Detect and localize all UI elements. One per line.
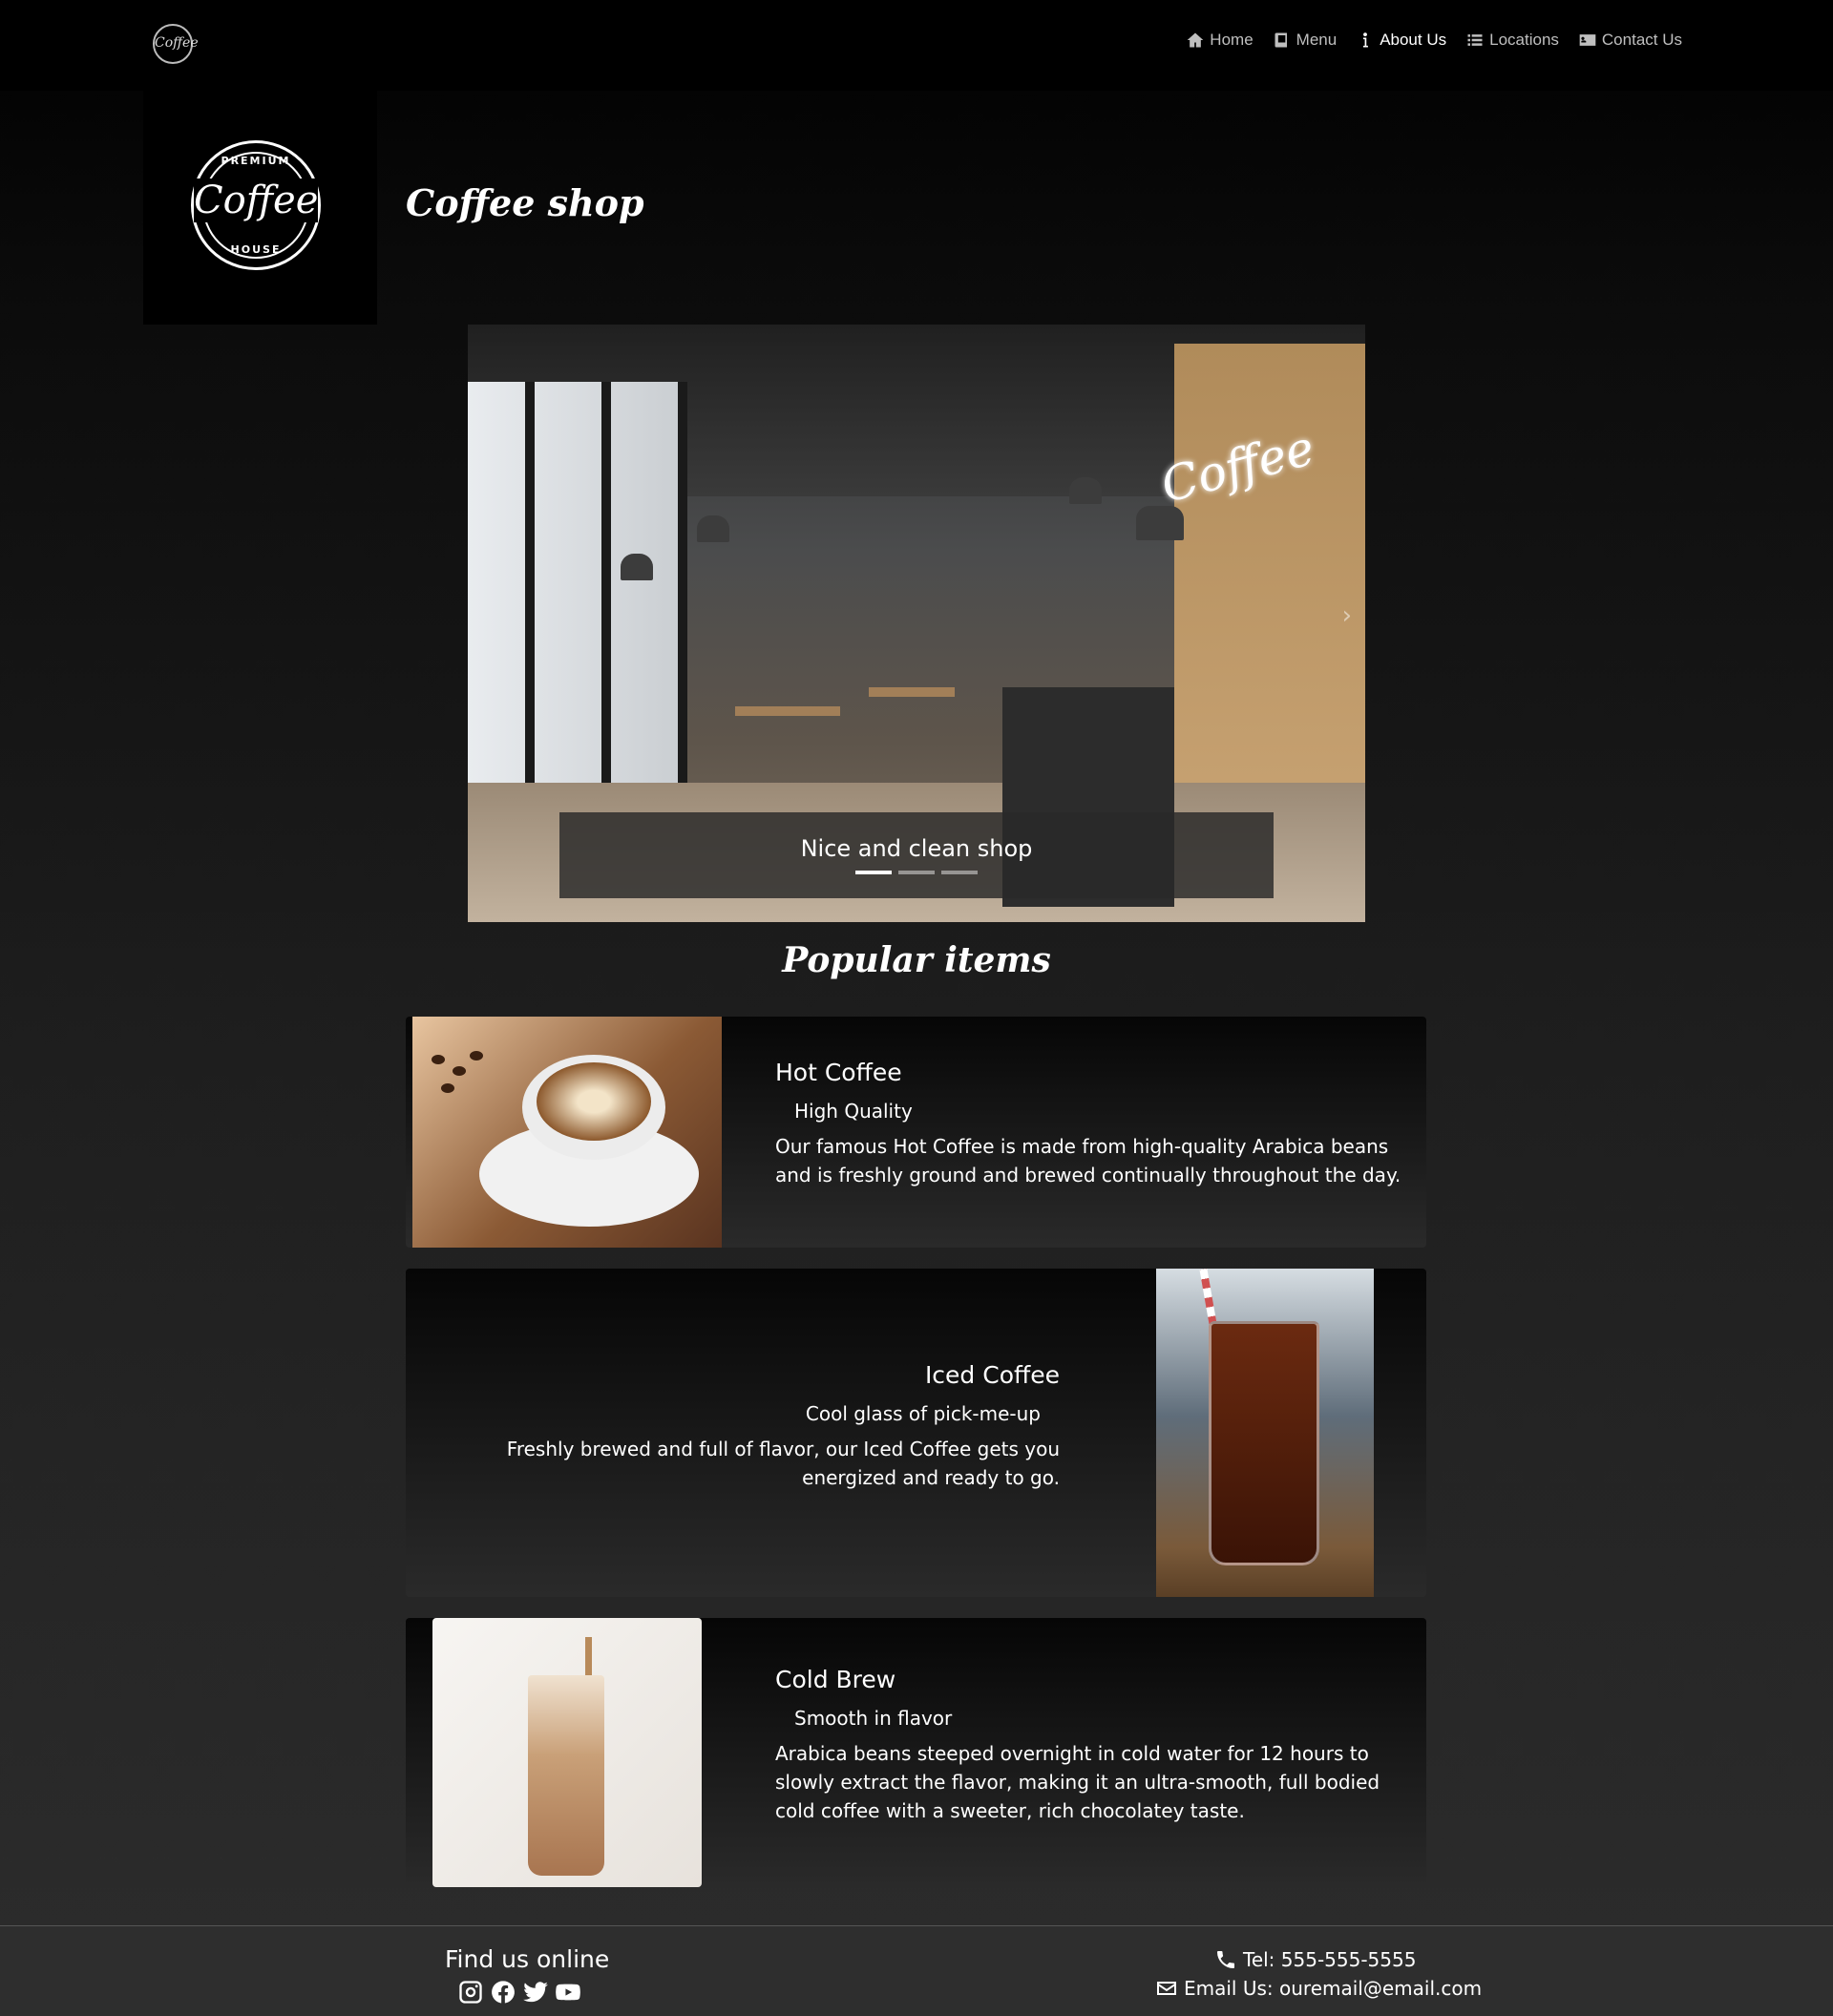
product-title: Cold Brew <box>775 1666 896 1693</box>
product-subtitle: Smooth in flavor <box>794 1707 953 1730</box>
list-icon <box>1467 34 1483 46</box>
product-description: Arabica beans steeped overnight in cold … <box>775 1742 1380 1822</box>
nav-link-home[interactable]: Home <box>1186 31 1254 50</box>
chevron-right-icon[interactable]: › <box>1342 601 1352 630</box>
nav-logo[interactable]: Coffee <box>153 24 199 64</box>
product-subtitle: Cool glass of pick-me-up <box>805 1402 1041 1425</box>
product-card-hot-coffee: Hot Coffee High Quality Our famous Hot C… <box>406 1017 1426 1248</box>
product-card-text: Cold Brew Smooth in flavor Arabica beans… <box>775 1666 1405 1825</box>
carousel-indicators <box>559 871 1274 874</box>
carousel-image-window-frame <box>678 382 687 821</box>
product-title: Iced Coffee <box>924 1361 1060 1389</box>
nav-link-label: Home <box>1210 31 1254 49</box>
nav-links: Home Menu About Us Locations Contact Us <box>1186 31 1682 50</box>
twitter-icon[interactable] <box>522 1979 549 2006</box>
product-card-text: Hot Coffee High Quality Our famous Hot C… <box>775 1059 1405 1189</box>
product-description: Our famous Hot Coffee is made from high-… <box>775 1135 1401 1186</box>
carousel-caption: Nice and clean shop <box>559 812 1274 898</box>
youtube-icon[interactable] <box>555 1979 581 2006</box>
brand-logo-main-text: Coffee <box>194 178 319 222</box>
coffee-bean <box>432 1055 445 1064</box>
facebook-icon[interactable] <box>490 1979 516 2006</box>
coffee-bean <box>441 1083 454 1093</box>
product-card-cold-brew: Cold Brew Smooth in flavor Arabica beans… <box>406 1618 1426 1887</box>
carousel-image-windows <box>468 382 687 821</box>
address-card-icon <box>1579 34 1596 46</box>
section-title: Popular items <box>782 940 1051 980</box>
product-title: Hot Coffee <box>775 1059 902 1086</box>
info-icon <box>1363 32 1369 48</box>
contact-email[interactable]: Email Us: ouremail@email.com <box>1155 1974 1482 2003</box>
iced-coffee-photo <box>1156 1269 1374 1597</box>
nav-link-label: Contact Us <box>1601 31 1682 49</box>
image-carousel[interactable]: Coffee › Nice and clean shop <box>468 325 1365 922</box>
nav-link-label: Locations <box>1489 31 1559 49</box>
product-subtitle: High Quality <box>794 1100 913 1123</box>
nav-link-label: About Us <box>1380 31 1447 49</box>
carousel-indicator[interactable] <box>898 871 935 874</box>
carousel-indicator[interactable] <box>855 871 892 874</box>
brand-logo-top-text: PREMIUM <box>221 155 291 167</box>
carousel-image-lamp <box>621 554 653 580</box>
find-us-label: Find us online <box>445 1945 610 1973</box>
social-links <box>457 1979 581 2006</box>
carousel-image-lamp <box>697 515 729 542</box>
carousel-image-wood-wall <box>1174 344 1365 821</box>
hot-coffee-photo <box>412 1017 722 1248</box>
cold-brew-glass <box>528 1675 604 1876</box>
product-card-text: Iced Coffee Cool glass of pick-me-up Fre… <box>449 1361 1060 1492</box>
carousel-caption-text: Nice and clean shop <box>800 835 1033 862</box>
carousel-indicator[interactable] <box>941 871 978 874</box>
contact-phone[interactable]: Tel: 555-555-5555 <box>1214 1945 1482 1974</box>
phone-icon <box>1217 1951 1234 1968</box>
brand-logo-box: PREMIUM Coffee HOUSE <box>143 91 377 325</box>
nav-link-menu[interactable]: Menu <box>1273 31 1338 50</box>
carousel-image-table <box>735 706 840 716</box>
book-icon <box>1275 32 1287 48</box>
nav-link-contact-us[interactable]: Contact Us <box>1578 31 1682 50</box>
brand-logo-bottom-text: HOUSE <box>230 243 282 256</box>
page-title: Coffee shop <box>406 181 644 224</box>
coffee-bean <box>453 1066 466 1076</box>
coffee-bean <box>470 1051 483 1060</box>
contact-info: Tel: 555-555-5555 Email Us: ouremail@ema… <box>1155 1945 1482 2003</box>
nav-link-locations[interactable]: Locations <box>1465 31 1559 50</box>
brand-logo: PREMIUM Coffee HOUSE <box>191 140 321 270</box>
nav-link-about-us[interactable]: About Us <box>1356 31 1446 50</box>
iced-coffee-glass <box>1209 1321 1319 1565</box>
nav-logo-text: Coffee <box>155 35 199 51</box>
product-card-iced-coffee: Iced Coffee Cool glass of pick-me-up Fre… <box>406 1269 1426 1597</box>
nav-link-label: Menu <box>1296 31 1338 49</box>
carousel-image-window-frame <box>525 382 535 821</box>
footer: Find us online Tel: 555-555-5555 Email U… <box>0 1925 1833 2016</box>
cold-brew-photo <box>432 1618 702 1887</box>
latte-foam <box>537 1062 651 1141</box>
instagram-icon[interactable] <box>457 1979 484 2006</box>
carousel-image-window-frame <box>601 382 611 821</box>
product-description: Freshly brewed and full of flavor, our I… <box>506 1438 1060 1489</box>
carousel-image-table <box>869 687 955 697</box>
contact-email-text: Email Us: ouremail@email.com <box>1184 1977 1483 2000</box>
envelope-icon <box>1157 1982 1176 1995</box>
home-icon <box>1187 32 1204 48</box>
top-navbar: Coffee Home Menu About Us Locations Cont… <box>0 0 1833 91</box>
contact-phone-text: Tel: 555-555-5555 <box>1243 1948 1417 1971</box>
carousel-image-lamp <box>1069 477 1102 504</box>
